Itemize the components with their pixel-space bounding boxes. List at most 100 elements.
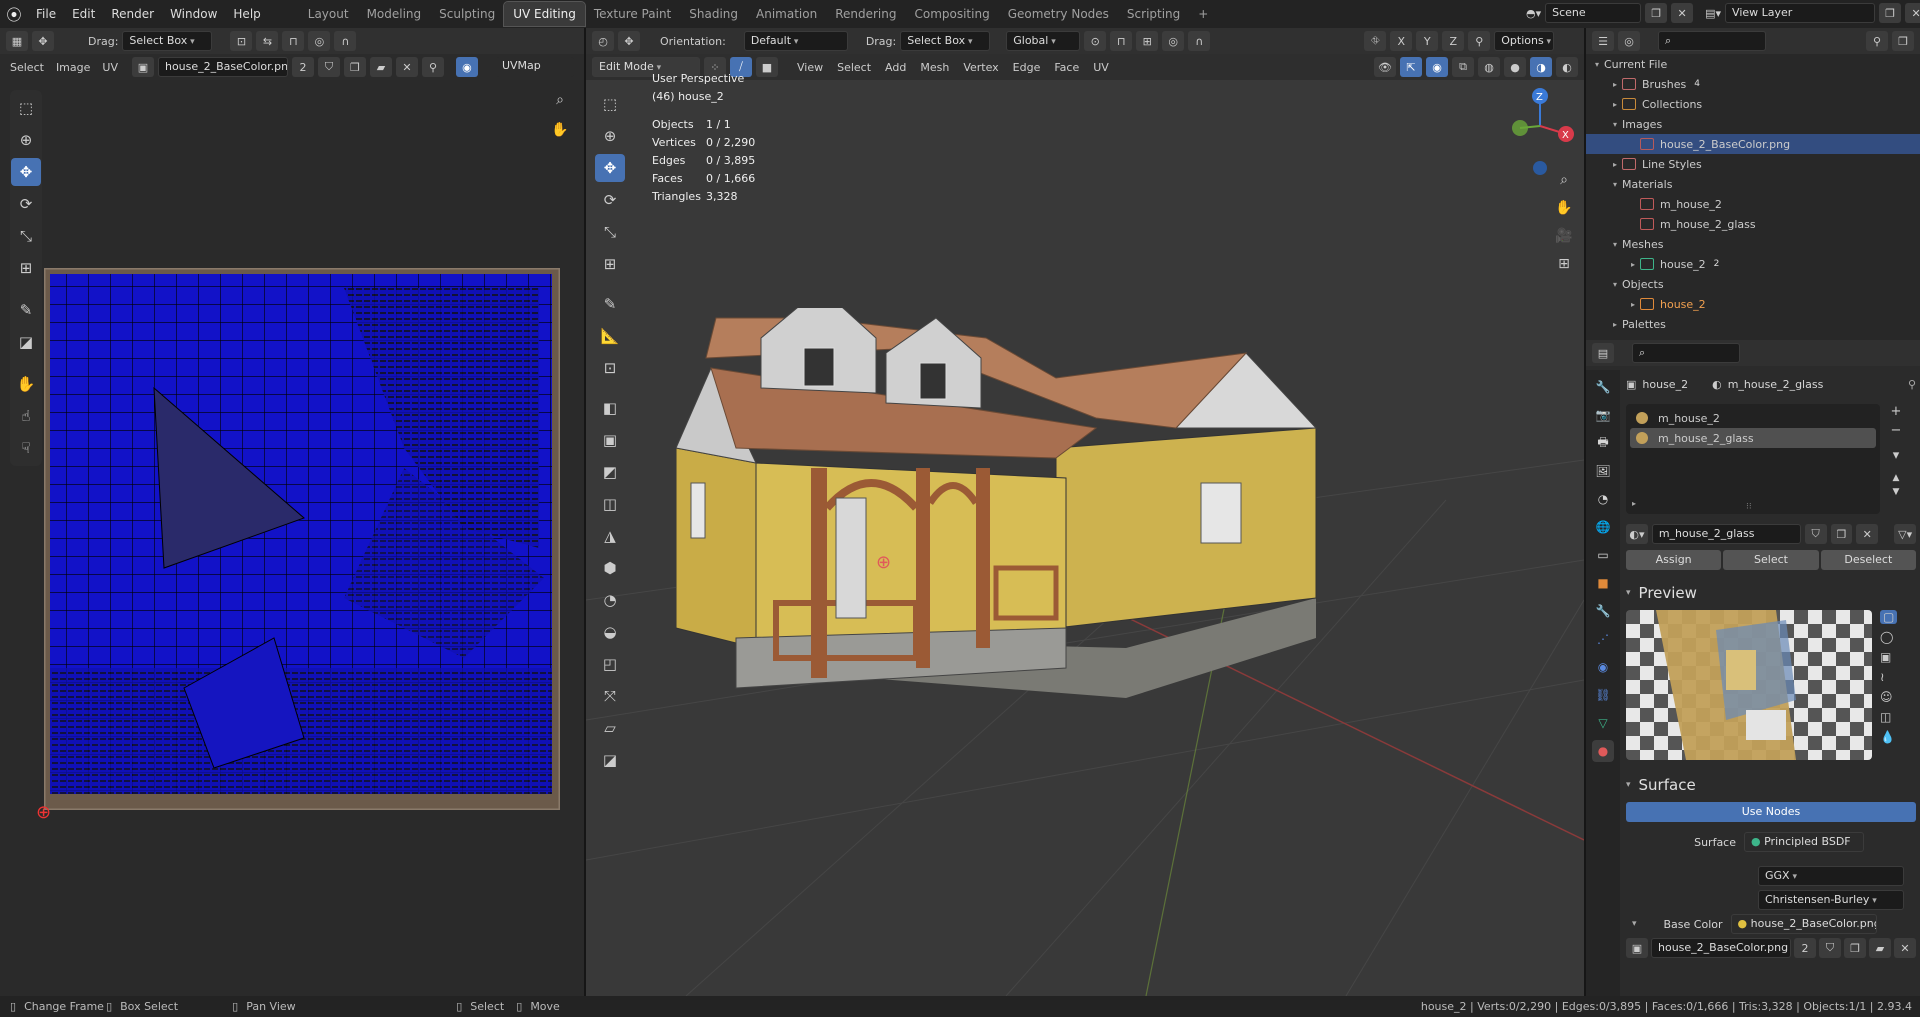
delete-view-layer-icon[interactable]: ✕: [1905, 3, 1920, 23]
proportional-edit-icon[interactable]: ◎: [308, 31, 331, 51]
pin-icon[interactable]: ⚲: [421, 57, 444, 77]
material-slot[interactable]: m_house_2: [1630, 408, 1876, 428]
shear-tool-icon[interactable]: ▱: [595, 714, 625, 742]
tab-rendering[interactable]: Rendering: [826, 2, 905, 26]
subsurface-method-select[interactable]: Christensen-Burley: [1758, 890, 1904, 910]
uvmap-field[interactable]: UVMap: [495, 57, 574, 77]
viewport-menu-face[interactable]: Face: [1047, 61, 1086, 74]
transform-tool-icon[interactable]: ✥: [32, 31, 54, 51]
loop-cut-tool-icon[interactable]: ◫: [595, 490, 625, 518]
open-image-icon[interactable]: ▰: [1869, 938, 1891, 958]
viewport-menu-vertex[interactable]: Vertex: [956, 61, 1005, 74]
fluid-preview-icon[interactable]: 💧: [1880, 730, 1897, 744]
zoom-icon[interactable]: ⌕: [1552, 168, 1576, 192]
rip-region-tool-icon[interactable]: ◪: [595, 746, 625, 774]
uv-overlay-icon[interactable]: ◉: [455, 57, 478, 77]
modifier-tab-icon[interactable]: 🔧: [1592, 600, 1614, 622]
texture-image-users[interactable]: 2: [1794, 938, 1816, 958]
add-cube-tool-icon[interactable]: ⊡: [595, 354, 625, 382]
slot-specials-icon[interactable]: ▾: [1893, 448, 1900, 463]
particles-tab-icon[interactable]: ⋰: [1592, 628, 1614, 650]
scene-selector[interactable]: Scene: [1545, 3, 1642, 23]
house-model[interactable]: [676, 308, 1396, 808]
select-box-tool-icon[interactable]: ⬚: [595, 90, 625, 118]
outliner-item[interactable]: house_2_BaseColor.png: [1586, 134, 1920, 154]
outliner-item[interactable]: m_house_2_glass: [1586, 214, 1920, 234]
smooth-tool-icon[interactable]: ◒: [595, 618, 625, 646]
editor-type-icon[interactable]: ▤: [1592, 343, 1614, 363]
tab-scripting[interactable]: Scripting: [1118, 2, 1189, 26]
drag-mode-select[interactable]: Select Box: [900, 31, 991, 51]
outliner-item[interactable]: ▸ Line Styles: [1586, 154, 1920, 174]
outliner-item[interactable]: m_house_2: [1586, 194, 1920, 214]
sphere-preview-icon[interactable]: ◯: [1880, 630, 1897, 644]
annotate-tool-icon[interactable]: ✎: [11, 296, 41, 324]
remove-slot-icon[interactable]: −: [1891, 423, 1902, 438]
cursor-tool-icon[interactable]: ⊕: [595, 122, 625, 150]
list-resize-icon[interactable]: ⁝⁝: [1746, 502, 1752, 512]
shrink-fatten-tool-icon[interactable]: ⤧: [595, 682, 625, 710]
expand-icon[interactable]: ▸: [1626, 300, 1640, 309]
image-name-field[interactable]: house_2_BaseColor.png: [157, 57, 288, 77]
deselect-button[interactable]: Deselect: [1820, 550, 1916, 570]
expand-icon[interactable]: ▸: [1626, 260, 1640, 269]
scene-tab-icon[interactable]: ◔: [1592, 488, 1614, 510]
tool-tab-icon[interactable]: 🔧: [1592, 376, 1614, 398]
use-nodes-button[interactable]: Use Nodes: [1626, 802, 1916, 822]
move-down-icon[interactable]: ▼: [1893, 487, 1900, 497]
rotate-tool-icon[interactable]: ⟳: [595, 186, 625, 214]
add-workspace-button[interactable]: +: [1189, 2, 1217, 26]
orientation-select[interactable]: Default: [743, 31, 848, 51]
tab-sculpting[interactable]: Sculpting: [430, 2, 504, 26]
knife-tool-icon[interactable]: ◮: [595, 522, 625, 550]
perspective-toggle-icon[interactable]: ⊞: [1552, 252, 1576, 276]
surface-panel-header[interactable]: ▾ Surface: [1626, 776, 1916, 794]
outliner-item[interactable]: ▾ Objects: [1586, 274, 1920, 294]
mirror-x-toggle[interactable]: X: [1390, 31, 1413, 51]
outliner-item[interactable]: ▸ Palettes: [1586, 314, 1920, 334]
menu-render[interactable]: Render: [103, 0, 162, 28]
drag-mode-select[interactable]: Select Box: [122, 31, 213, 51]
display-mode-icon[interactable]: ◎: [1618, 31, 1640, 51]
pivot-icon[interactable]: ⊡: [230, 31, 253, 51]
fake-user-icon[interactable]: ⛉: [317, 57, 340, 77]
mirror-y-toggle[interactable]: Y: [1416, 31, 1439, 51]
outliner-item[interactable]: ▾ Meshes: [1586, 234, 1920, 254]
new-image-icon[interactable]: ❐: [1844, 938, 1866, 958]
base-color-field[interactable]: ● house_2_BaseColor.png: [1730, 914, 1877, 934]
face-select-icon[interactable]: ■: [756, 57, 778, 77]
output-tab-icon[interactable]: 🖶: [1592, 432, 1614, 454]
bevel-tool-icon[interactable]: ◩: [595, 458, 625, 486]
viewport-menu-select[interactable]: Select: [830, 61, 878, 74]
outliner-search-input[interactable]: ⌕: [1658, 31, 1766, 51]
tab-uv-editing[interactable]: UV Editing: [503, 1, 586, 27]
solid-shading-icon[interactable]: ●: [1504, 57, 1526, 77]
distribution-select[interactable]: GGX: [1758, 866, 1904, 886]
editor-type-icon[interactable]: ◴: [592, 31, 614, 51]
uv-menu-uv[interactable]: UV: [98, 61, 122, 74]
menu-file[interactable]: File: [28, 0, 64, 28]
zoom-icon[interactable]: ⌕: [548, 88, 572, 112]
move-tool-icon[interactable]: ✥: [595, 154, 625, 182]
move-up-icon[interactable]: ▲: [1893, 473, 1900, 483]
physics-tab-icon[interactable]: ◉: [1592, 656, 1614, 678]
rendered-shading-icon[interactable]: ◐: [1556, 57, 1578, 77]
tab-shading[interactable]: Shading: [680, 2, 747, 26]
expand-icon[interactable]: ▸: [1608, 320, 1622, 329]
select-box-tool-icon[interactable]: ⬚: [11, 94, 41, 122]
fake-user-icon[interactable]: ⛉: [1819, 938, 1841, 958]
expand-icon[interactable]: ▸: [1608, 80, 1622, 89]
preview-panel-header[interactable]: ▾ Preview: [1626, 584, 1916, 602]
new-material-icon[interactable]: ❐: [1830, 524, 1853, 544]
uv-menu-image[interactable]: Image: [52, 61, 94, 74]
uv-menu-select[interactable]: Select: [6, 61, 48, 74]
annotate-tool-icon[interactable]: ✎: [595, 290, 625, 318]
viewport-menu-add[interactable]: Add: [878, 61, 913, 74]
outliner-item[interactable]: ▸ Brushes 4: [1586, 74, 1920, 94]
uv-sync-icon[interactable]: ⇆: [256, 31, 279, 51]
fake-user-icon[interactable]: ⛉: [1804, 524, 1827, 544]
scale-tool-icon[interactable]: ⤡: [595, 218, 625, 246]
relax-tool-icon[interactable]: ☝: [11, 402, 41, 430]
cube-preview-icon[interactable]: ▣: [1880, 650, 1897, 664]
snap-target-icon[interactable]: ⊞: [1136, 31, 1159, 51]
